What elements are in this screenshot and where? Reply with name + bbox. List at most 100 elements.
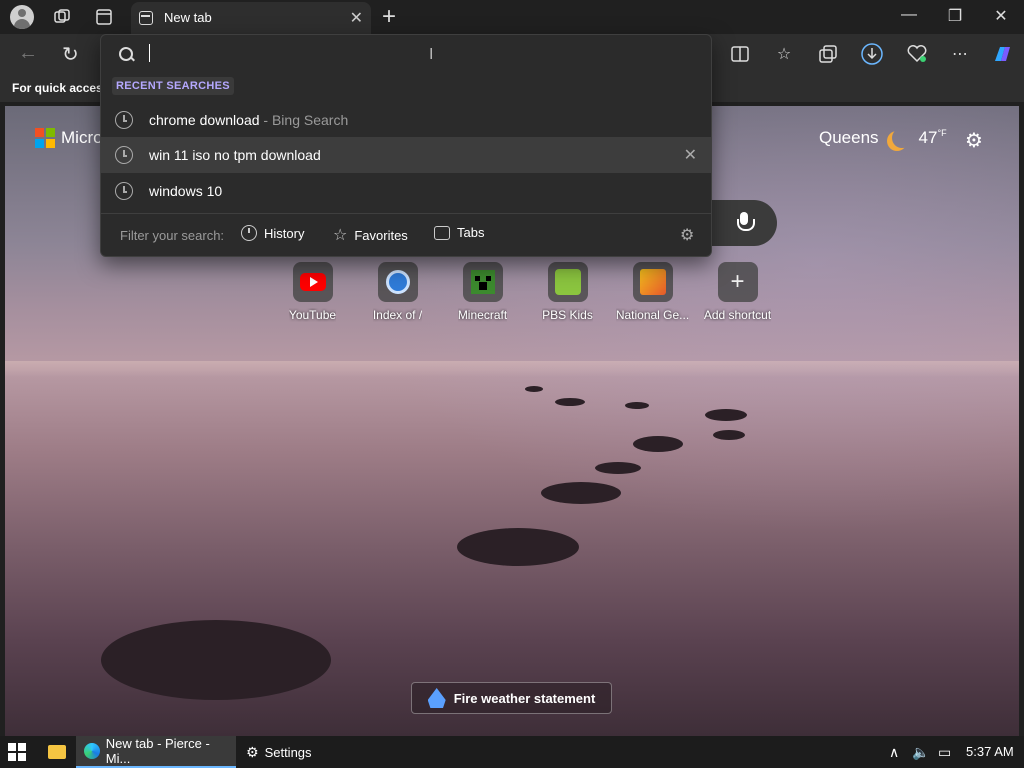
weather-temp: 47: [918, 128, 938, 147]
tab-close-icon[interactable]: ✕: [350, 8, 363, 28]
copilot-icon[interactable]: [990, 42, 1014, 66]
stepping-stone: [101, 620, 331, 700]
taskbar-app-label: Settings: [264, 744, 312, 760]
stepping-stone: [633, 436, 683, 452]
filter-history-label: History: [264, 225, 305, 241]
recent-search-item[interactable]: win 11 iso no tpm download ✕: [101, 137, 711, 173]
tab-new-tab[interactable]: New tab ✕: [131, 2, 371, 34]
shortcut-pbs-kids[interactable]: PBS Kids: [525, 262, 610, 322]
text-caret: [149, 44, 150, 62]
shortcuts-row: YouTube Index of / Minecraft PBS Kids Na…: [270, 262, 780, 322]
filter-tabs-label: Tabs: [457, 225, 485, 240]
restore-button[interactable]: ❐: [940, 6, 970, 26]
history-icon: [115, 111, 133, 129]
favorites-star-icon[interactable]: ☆: [772, 42, 796, 66]
new-tab-button[interactable]: +: [382, 3, 396, 31]
file-explorer-button[interactable]: [40, 736, 74, 768]
close-window-button[interactable]: ✕: [986, 6, 1016, 26]
downloads-icon[interactable]: [860, 42, 884, 66]
remove-suggestion-icon[interactable]: ✕: [684, 145, 697, 165]
edge-icon: [84, 743, 100, 759]
address-bar-dropdown: I RECENT SEARCHES chrome download - Bing…: [100, 34, 712, 257]
moon-icon: [892, 128, 912, 148]
shortcut-youtube[interactable]: YouTube: [270, 262, 355, 322]
shortcut-label: Add shortcut: [703, 308, 772, 322]
tab-title: New tab: [164, 10, 212, 25]
shortcut-label: Index of /: [372, 308, 423, 322]
weather-unit: °F: [937, 128, 947, 138]
stepping-stone: [555, 398, 585, 406]
vertical-tabs-icon[interactable]: [92, 5, 116, 29]
taskbar-edge-window[interactable]: New tab - Pierce - Mi...: [76, 736, 236, 768]
weather-widget[interactable]: Queens 47°F: [819, 128, 947, 148]
shortcut-label: YouTube: [288, 308, 337, 322]
filter-label: Filter your search:: [120, 228, 225, 243]
microsoft-logo[interactable]: Micro: [35, 128, 103, 148]
youtube-icon: [299, 273, 326, 291]
shortcut-label: National Ge...: [615, 308, 690, 322]
tabs-icon: [434, 225, 450, 240]
filter-history-button[interactable]: History: [241, 225, 304, 241]
minecraft-icon: [470, 270, 495, 294]
microsoft-logo-text: Micro: [61, 128, 103, 147]
system-clock[interactable]: 5:37 AM: [966, 744, 1014, 759]
title-bar: New tab ✕ + — ❐ ✕: [0, 0, 1024, 34]
stepping-stone: [457, 528, 579, 566]
weather-alert-text: Fire weather statement: [453, 690, 596, 706]
microsoft-logo-icon: [35, 128, 55, 148]
stepping-stone: [525, 386, 543, 392]
refresh-icon[interactable]: ↻: [62, 42, 79, 67]
plus-icon: +: [730, 268, 745, 295]
volume-icon[interactable]: 🔈: [912, 744, 929, 761]
search-filter-row: Filter your search: History ☆ Favorites …: [101, 223, 711, 247]
shortcut-national-geographic[interactable]: National Ge...: [610, 262, 695, 322]
natgeo-icon: [639, 269, 666, 295]
dropdown-divider: [101, 213, 711, 214]
taskbar-settings-window[interactable]: ⚙ Settings: [238, 736, 394, 768]
minimize-button[interactable]: —: [894, 6, 924, 24]
shortcut-minecraft[interactable]: Minecraft: [440, 262, 525, 322]
network-icon[interactable]: ▭: [938, 744, 951, 761]
stepping-stone: [541, 482, 621, 504]
more-options-icon[interactable]: ⋯: [948, 42, 972, 66]
page-settings-gear-icon[interactable]: ⚙: [965, 128, 983, 153]
recent-search-item[interactable]: chrome download - Bing Search: [101, 102, 711, 138]
favorites-bar-hint: For quick access: [12, 81, 110, 95]
chevron-up-icon[interactable]: ∧: [889, 744, 899, 761]
add-shortcut-button[interactable]: + Add shortcut: [695, 262, 780, 322]
mouse-ibeam-cursor-icon: I: [429, 46, 434, 63]
recent-search-item[interactable]: windows 10: [101, 173, 711, 209]
shortcut-index-of[interactable]: Index of /: [355, 262, 440, 322]
horizon-glow: [5, 361, 1019, 377]
windows-start-icon[interactable]: [8, 743, 26, 761]
back-arrow-icon[interactable]: ←: [18, 42, 38, 65]
search-settings-gear-icon[interactable]: ⚙: [680, 225, 694, 245]
split-screen-icon[interactable]: [728, 42, 752, 66]
stepping-stone: [595, 462, 641, 474]
profile-avatar[interactable]: [10, 5, 34, 29]
taskbar: New tab - Pierce - Mi... ⚙ Settings ∧ 🔈 …: [0, 736, 1024, 768]
browser-essentials-icon[interactable]: [905, 42, 929, 66]
recent-search-text: win 11 iso no tpm download: [149, 147, 321, 163]
microphone-icon[interactable]: [735, 212, 755, 234]
ie-icon: [385, 270, 410, 294]
address-bar-input[interactable]: [149, 45, 689, 69]
history-icon: [115, 182, 133, 200]
filter-favorites-label: Favorites: [354, 227, 408, 243]
taskbar-app-label: New tab - Pierce - Mi...: [105, 736, 210, 766]
folder-icon: [48, 745, 66, 759]
workspaces-icon[interactable]: [50, 5, 74, 29]
filter-favorites-button[interactable]: ☆ Favorites: [333, 225, 408, 245]
weather-alert-button[interactable]: Fire weather statement: [411, 682, 612, 714]
stepping-stone: [625, 402, 649, 409]
history-clock-icon: [241, 225, 257, 241]
shortcut-label: PBS Kids: [542, 308, 593, 322]
recent-search-suffix: - Bing Search: [259, 112, 349, 128]
gear-icon: ⚙: [246, 743, 259, 760]
filter-tabs-button[interactable]: Tabs: [434, 225, 484, 240]
recent-search-text: chrome download: [149, 112, 260, 128]
collections-icon[interactable]: [816, 42, 840, 66]
recent-search-text: windows 10: [149, 183, 223, 199]
pbs-kids-icon: [554, 269, 581, 295]
search-icon: [119, 47, 135, 63]
